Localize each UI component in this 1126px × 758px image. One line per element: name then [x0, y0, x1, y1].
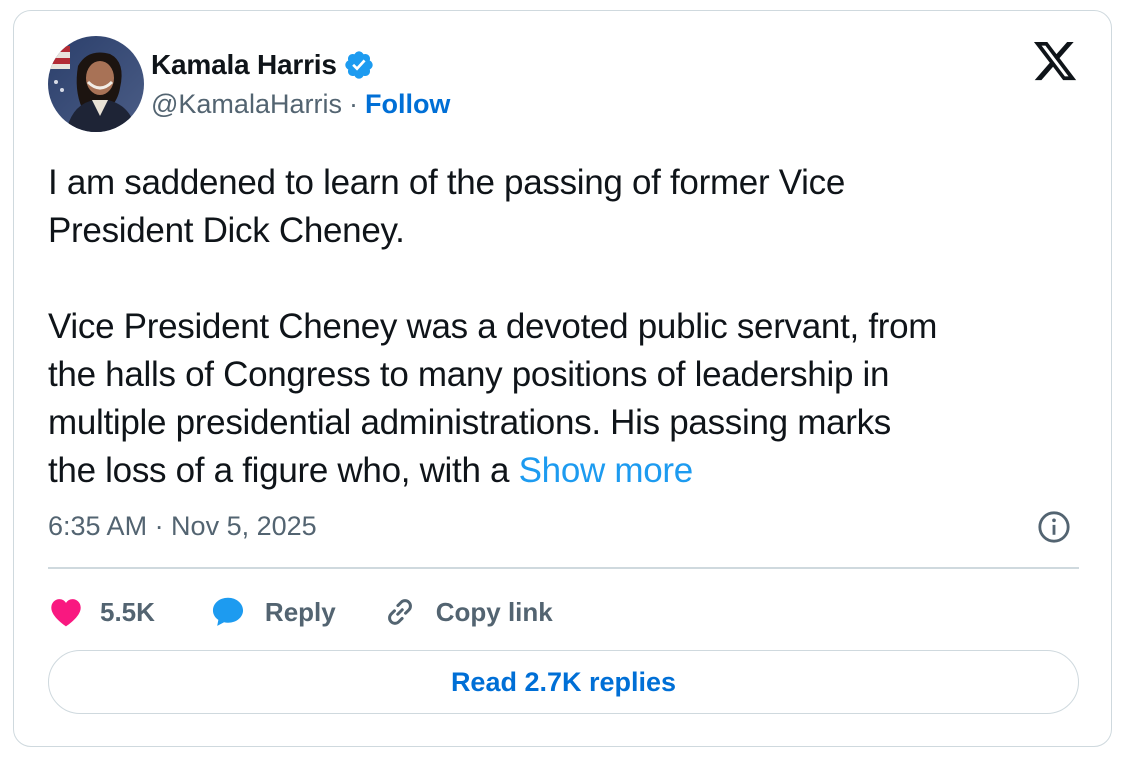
copy-link-label: Copy link: [435, 596, 553, 627]
read-replies-button[interactable]: Read 2.7K replies: [48, 650, 1079, 714]
avatar-photo: [48, 36, 144, 132]
reply-button[interactable]: Reply: [209, 593, 336, 631]
follow-button[interactable]: Follow: [365, 89, 450, 120]
reply-label: Reply: [264, 596, 336, 627]
tweet-paragraph-2: Vice President Cheney was a devoted publ…: [48, 303, 1088, 495]
tweet-paragraph-2-text: Vice President Cheney was a devoted publ…: [48, 307, 938, 490]
copy-link-button[interactable]: Copy link: [382, 594, 553, 630]
handle-row: @KamalaHarris · Follow: [151, 87, 450, 121]
info-icon[interactable]: [1037, 510, 1071, 544]
action-bar: 5.5K Reply Copy link: [48, 589, 553, 635]
user-handle[interactable]: @KamalaHarris: [151, 89, 342, 120]
display-name[interactable]: Kamala Harris: [151, 49, 337, 81]
display-name-row: Kamala Harris: [151, 47, 375, 83]
like-button[interactable]: 5.5K: [48, 594, 155, 630]
tweet-text: I am saddened to learn of the passing of…: [48, 159, 1088, 495]
separator-dot: ·: [348, 88, 358, 119]
like-count: 5.5K: [100, 596, 155, 627]
verified-badge-icon: [345, 51, 373, 79]
x-logo-icon[interactable]: [1031, 41, 1077, 83]
show-more-link[interactable]: Show more: [519, 451, 694, 490]
tweet-timestamp[interactable]: 6:35 AM · Nov 5, 2025: [48, 511, 317, 542]
divider: [48, 567, 1079, 569]
heart-icon: [51, 599, 81, 627]
tweet-paragraph-1: I am saddened to learn of the passing of…: [48, 163, 846, 250]
tweet-embed-card: Kamala Harris @KamalaHarris · Follow I a…: [13, 10, 1112, 747]
speech-bubble-icon: [212, 597, 243, 626]
link-icon: [387, 599, 412, 625]
avatar[interactable]: [48, 36, 144, 132]
